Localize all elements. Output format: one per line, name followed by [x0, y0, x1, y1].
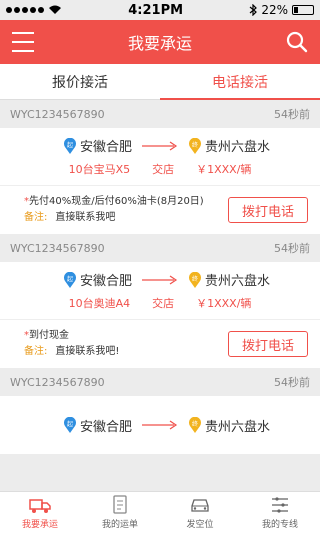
arrow-right-icon — [142, 275, 178, 284]
end-pin-icon: 终 — [189, 417, 201, 433]
start-pin-icon: 起 — [64, 137, 76, 154]
remark-label: 备注: — [24, 212, 48, 223]
page-title: 我要承运 — [127, 34, 192, 53]
order-id: WYC1234567890 — [10, 241, 105, 255]
battery-area: 22% — [249, 3, 314, 17]
svg-text:终: 终 — [192, 141, 198, 149]
end-pin-icon: 终 — [189, 271, 201, 288]
svg-text:起: 起 — [67, 141, 73, 149]
clock: 4:21PM — [128, 2, 184, 18]
remark-label: 备注: — [24, 346, 48, 357]
route: 起 安徽合肥 终 贵州六盘水 — [0, 396, 320, 454]
order-id: WYC1234567890 — [10, 375, 105, 389]
bluetooth-icon — [249, 4, 258, 16]
arrow-right-icon — [142, 420, 178, 430]
nav-carrier[interactable]: 我要承运 — [0, 492, 80, 533]
call-button[interactable]: 拨打电话 — [228, 331, 308, 357]
nav-post-slot[interactable]: 发空位 — [160, 492, 240, 533]
order-time: 54秒前 — [274, 108, 310, 121]
order-card[interactable]: 起 安徽合肥 终 贵州六盘水 10台宝马X5 交店 ￥1XXX/辆 *先付40%… — [0, 128, 320, 234]
start-pin-icon: 起 — [64, 271, 76, 288]
price: ￥1XXX/辆 — [196, 297, 252, 310]
arrow-right-icon — [142, 141, 178, 150]
signal-area — [6, 5, 62, 15]
origin-city: 安徽合肥 — [79, 140, 132, 155]
signal-icon — [6, 7, 44, 13]
svg-text:起: 起 — [67, 420, 73, 428]
app-header: 我要承运 — [0, 20, 320, 64]
start-pin-icon: 起 — [64, 417, 76, 433]
remark-text: 直接联系我吧 — [55, 212, 116, 223]
svg-text:终: 终 — [192, 420, 198, 428]
order-details: *先付40%现金/后付60%油卡(8月20日) 备注: 直接联系我吧 拨打电话 — [0, 186, 320, 234]
call-button[interactable]: 拨打电话 — [228, 197, 308, 223]
destination-city: 贵州六盘水 — [205, 140, 271, 155]
payment-terms: 先付40%现金/后付60%油卡(8月20日) — [29, 196, 204, 207]
remark-text: 直接联系我吧! — [55, 346, 120, 357]
nav-label: 我的运单 — [101, 520, 138, 530]
order-header: WYC1234567890 54秒前 — [0, 234, 320, 262]
battery-percent: 22% — [261, 3, 288, 17]
search-icon[interactable] — [286, 31, 308, 53]
end-pin-icon: 终 — [189, 137, 201, 154]
svg-text:终: 终 — [192, 275, 198, 283]
order-time: 54秒前 — [274, 376, 310, 389]
destination-city: 贵州六盘水 — [205, 419, 271, 435]
origin-city: 安徽合肥 — [79, 419, 132, 435]
order-time: 54秒前 — [274, 242, 310, 255]
delivery-type: 交店 — [152, 163, 175, 176]
nav-label: 发空位 — [186, 520, 214, 530]
status-bar: 4:21PM 22% — [0, 0, 320, 20]
origin-city: 安徽合肥 — [79, 274, 132, 289]
bottom-nav: 我要承运 我的运单 发空位 我的专线 — [0, 491, 320, 533]
tab-quote[interactable]: 报价接活 — [0, 64, 160, 99]
destination-city: 贵州六盘水 — [205, 274, 271, 289]
delivery-type: 交店 — [152, 297, 175, 310]
menu-icon[interactable] — [12, 32, 34, 52]
svg-text:起: 起 — [67, 275, 73, 283]
route-list-icon — [272, 497, 288, 513]
nav-label: 我的专线 — [261, 520, 298, 530]
order-id: WYC1234567890 — [10, 107, 105, 121]
order-details: *到付现金 备注: 直接联系我吧! 拨打电话 — [0, 320, 320, 368]
tab-bar: 报价接活 电话接活 — [0, 64, 320, 100]
document-icon — [113, 495, 127, 514]
tab-phone[interactable]: 电话接活 — [160, 64, 320, 100]
vehicle-info: 10台宝马X5 — [68, 163, 131, 176]
price: ￥1XXX/辆 — [196, 163, 252, 176]
order-list[interactable]: WYC1234567890 54秒前 起 安徽合肥 终 贵州六盘水 10台宝马X… — [0, 100, 320, 491]
order-card[interactable]: 起 安徽合肥 终 贵州六盘水 10台奥迪A4 交店 ￥1XXX/辆 *到付现金 … — [0, 262, 320, 368]
order-card[interactable]: 起 安徽合肥 终 贵州六盘水 — [0, 396, 320, 454]
nav-my-routes[interactable]: 我的专线 — [240, 492, 320, 533]
payment-terms: 到付现金 — [29, 330, 69, 341]
order-header: WYC1234567890 54秒前 — [0, 100, 320, 128]
battery-icon — [291, 5, 314, 15]
route: 起 安徽合肥 终 贵州六盘水 10台奥迪A4 交店 ￥1XXX/辆 — [0, 262, 320, 320]
car-icon — [191, 499, 209, 512]
order-header: WYC1234567890 54秒前 — [0, 368, 320, 396]
vehicle-info: 10台奥迪A4 — [68, 297, 131, 310]
wifi-icon — [49, 5, 61, 14]
nav-label: 我要承运 — [21, 520, 58, 530]
nav-my-orders[interactable]: 我的运单 — [80, 492, 160, 533]
route: 起 安徽合肥 终 贵州六盘水 10台宝马X5 交店 ￥1XXX/辆 — [0, 128, 320, 186]
truck-icon — [29, 499, 51, 513]
